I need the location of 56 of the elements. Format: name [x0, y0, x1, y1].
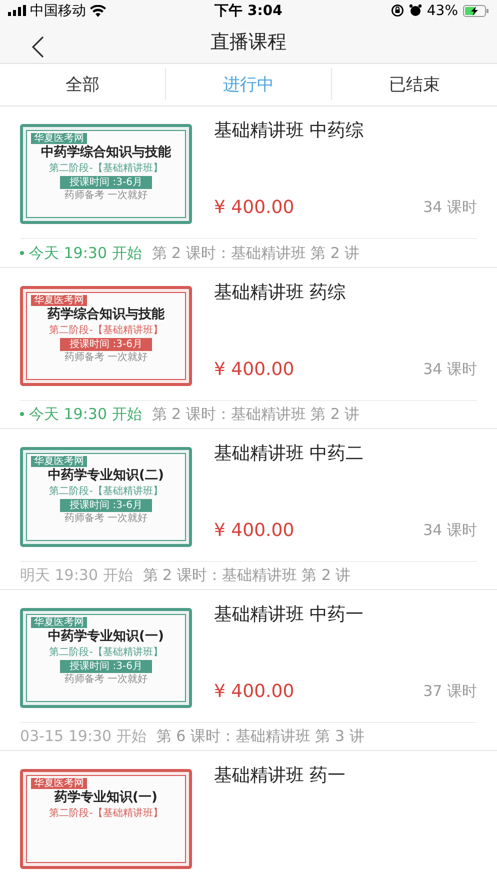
lesson-info: 第 2 课时：基础精讲班 第 2 讲 [152, 404, 360, 424]
lesson-count: 34 课时 [423, 198, 477, 218]
course-title[interactable]: 基础精讲班 中药综 [214, 118, 477, 142]
banner-title: 中药学综合知识与技能 [41, 145, 171, 162]
lesson-count: 37 课时 [423, 682, 477, 701]
banner-subtitle: 第二阶段-【基础精讲班】 [49, 484, 163, 498]
banner-title: 药学综合知识与技能 [48, 306, 164, 322]
filter-tab[interactable]: 全部 [0, 68, 165, 100]
banner-footer: 药师备考 一次就好 [64, 190, 148, 202]
course-price: ¥ 400.00 [214, 358, 294, 380]
course-price: ¥ 400.00 [214, 680, 294, 702]
banner-period: 授课时间 :3-6月 [60, 338, 152, 350]
banner-logo: 华夏医考网 [31, 456, 87, 467]
wifi-icon [90, 4, 106, 17]
carrier-name: 中国移动 [30, 2, 86, 20]
chevron-left-icon [32, 36, 44, 58]
battery-icon [463, 4, 490, 17]
course-price: ¥ 400.00 [214, 197, 294, 218]
banner-logo: 华夏医考网 [31, 616, 87, 628]
banner-logo: 华夏医考网 [31, 778, 87, 789]
status-time: 下午 3:04 [214, 2, 282, 20]
course-price: ¥ 400.00 [214, 520, 294, 541]
rotation-lock-icon [390, 4, 404, 18]
lesson-info: 第 2 课时：基础精讲班 第 2 讲 [142, 566, 351, 585]
lesson-count: 34 课时 [423, 520, 477, 540]
banner-title: 药学专业知识(一) [54, 790, 158, 806]
course-title[interactable]: 基础精讲班 中药二 [214, 440, 477, 465]
banner-period: 授课时间 :3-6月 [60, 660, 152, 673]
banner-footer: 药师备考 一次就好 [64, 674, 148, 686]
banner-logo: 华夏医考网 [31, 294, 87, 306]
banner-subtitle: 第二阶段-【基础精讲班】 [49, 162, 163, 176]
banner-subtitle: 第二阶段-【基础精讲班】 [49, 324, 163, 336]
banner-footer: 药师备考 一次就好 [64, 352, 148, 364]
signal-icon [8, 5, 26, 16]
lesson-count: 34 课时 [423, 360, 477, 378]
banner-title: 中药学专业知识(二) [48, 468, 164, 484]
banner-logo: 华夏医考网 [31, 133, 87, 144]
banner-title: 中药学专业知识(一) [48, 628, 164, 645]
battery-percent: 43% [426, 2, 458, 19]
start-time: 03-15 19:30 开始 [20, 726, 146, 746]
lesson-info: 第 2 课时：基础精讲班 第 2 讲 [152, 244, 360, 262]
page-title: 直播课程 [210, 30, 286, 56]
course-title[interactable]: 基础精讲班 药一 [214, 762, 477, 787]
start-time: 今天 19:30 开始 [20, 404, 142, 424]
banner-period: 授课时间 :3-6月 [60, 176, 152, 190]
start-time: 明天 19:30 开始 [20, 566, 133, 585]
banner-subtitle: 第二阶段-【基础精讲班】 [49, 646, 163, 659]
lesson-info: 第 6 课时：基础精讲班 第 3 讲 [156, 726, 364, 746]
course-title[interactable]: 基础精讲班 药综 [214, 280, 477, 304]
banner-footer: 药师备考 一次就好 [64, 512, 148, 525]
filter-tab[interactable]: 已结束 [331, 68, 497, 100]
start-time: 今天 19:30 开始 [20, 244, 142, 262]
banner-period: 授课时间 :3-6月 [60, 498, 152, 512]
alarm-icon [408, 4, 422, 18]
course-title[interactable]: 基础精讲班 中药一 [214, 602, 477, 626]
banner-subtitle: 第二阶段-【基础精讲班】 [49, 806, 163, 820]
